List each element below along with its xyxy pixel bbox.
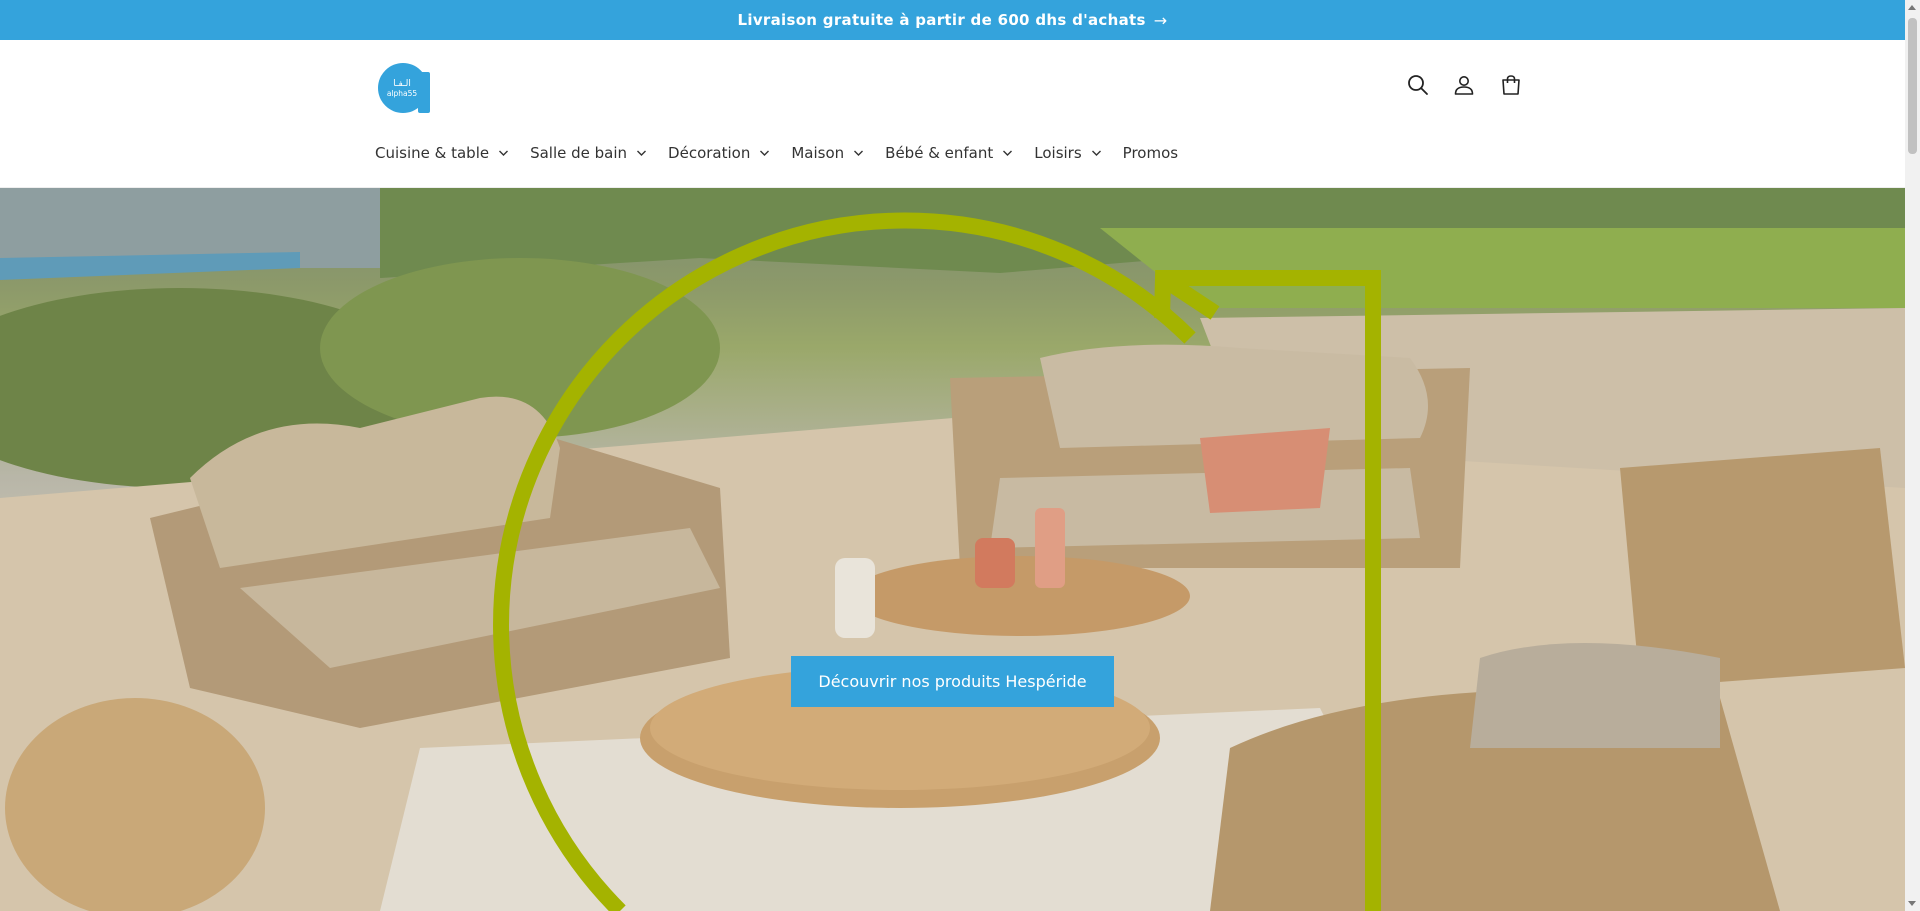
arrow-right-icon: → xyxy=(1153,10,1168,30)
hero-image-outdoor-furniture xyxy=(0,188,1905,911)
scroll-down-arrow-icon[interactable] xyxy=(1908,901,1916,906)
cart-button[interactable] xyxy=(1496,70,1526,100)
nav-item-loisirs[interactable]: Loisirs xyxy=(1034,144,1101,162)
logo-arabic-text: الـفـا xyxy=(393,79,411,89)
account-icon xyxy=(1454,76,1474,95)
search-button[interactable] xyxy=(1403,70,1433,100)
main-nav: Cuisine & table Salle de bain Décoration… xyxy=(375,144,1199,162)
nav-item-decoration[interactable]: Décoration xyxy=(668,144,770,162)
chevron-down-icon xyxy=(854,150,864,156)
nav-item-label: Salle de bain xyxy=(530,144,628,162)
nav-item-label: Décoration xyxy=(668,144,751,162)
chevron-down-icon xyxy=(1091,150,1101,156)
nav-item-label: Loisirs xyxy=(1034,144,1082,162)
cart-icon xyxy=(1502,75,1520,95)
chevron-down-icon xyxy=(637,150,647,156)
chevron-down-icon xyxy=(499,150,509,156)
nav-item-label: Cuisine & table xyxy=(375,144,490,162)
nav-item-bebe-enfant[interactable]: Bébé & enfant xyxy=(885,144,1013,162)
discover-hesperide-button[interactable]: Découvrir nos produits Hespéride xyxy=(791,656,1114,707)
site-logo[interactable]: الـفـا alpha55 xyxy=(378,62,432,114)
nav-item-label: Promos xyxy=(1122,144,1179,162)
logo-latin-text: alpha55 xyxy=(387,89,418,98)
scroll-up-arrow-icon[interactable] xyxy=(1908,5,1916,10)
search-icon xyxy=(1408,75,1428,95)
site-header: الـفـا alpha55 Cuisine & table Salle de … xyxy=(0,40,1905,188)
nav-item-label: Bébé & enfant xyxy=(885,144,994,162)
nav-item-cuisine-table[interactable]: Cuisine & table xyxy=(375,144,509,162)
alpha55-logo-icon: الـفـا alpha55 xyxy=(378,63,430,113)
nav-item-salle-de-bain[interactable]: Salle de bain xyxy=(530,144,647,162)
hero-banner[interactable]: Découvrir nos produits Hespéride xyxy=(0,188,1905,911)
account-button[interactable] xyxy=(1449,70,1479,100)
nav-item-promos[interactable]: Promos xyxy=(1123,144,1178,162)
chevron-down-icon xyxy=(1003,150,1013,156)
scrollbar-thumb[interactable] xyxy=(1908,18,1917,154)
nav-item-label: Maison xyxy=(791,144,845,162)
announcement-bar-link[interactable]: Livraison gratuite à partir de 600 dhs d… xyxy=(0,0,1905,40)
announcement-text: Livraison gratuite à partir de 600 dhs d… xyxy=(737,11,1146,29)
chevron-down-icon xyxy=(760,150,770,156)
page-scrollbar[interactable] xyxy=(1905,0,1920,911)
nav-item-maison[interactable]: Maison xyxy=(791,144,864,162)
